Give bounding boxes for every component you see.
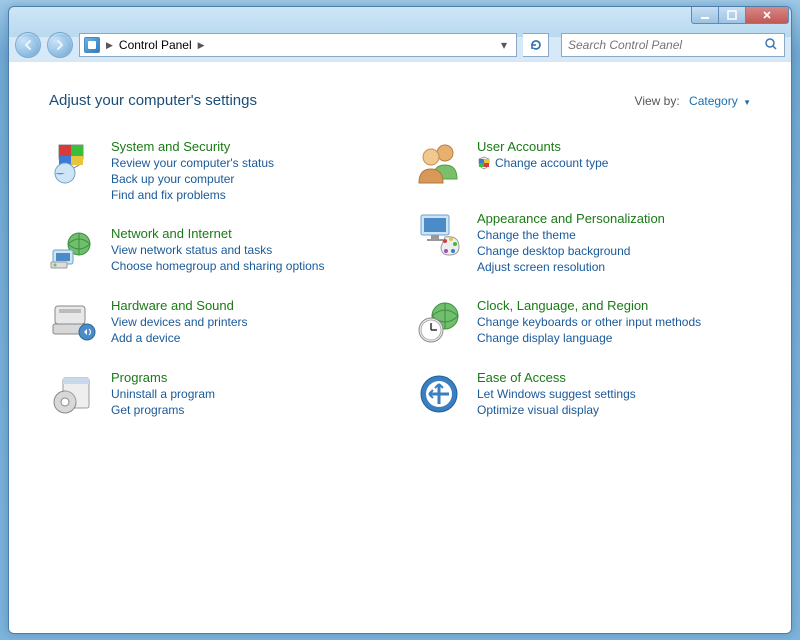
category-title[interactable]: System and Security [111,139,274,154]
control-panel-window: ▶ Control Panel ▶ ▾ Adjust your computer… [8,6,792,634]
user-accounts-icon [415,139,463,187]
uac-shield-icon [477,156,491,170]
navigation-bar: ▶ Control Panel ▶ ▾ [9,29,791,61]
network-internet-icon [49,226,97,274]
category-title[interactable]: Clock, Language, and Region [477,298,701,313]
category-link[interactable]: Adjust screen resolution [477,260,665,274]
window-buttons [692,6,789,24]
page-title: Adjust your computer's settings [49,92,257,109]
category-title[interactable]: Network and Internet [111,226,324,241]
category-appearance-personalization: Appearance and Personalization Change th… [415,211,751,274]
back-button[interactable] [15,32,41,58]
category-link[interactable]: Choose homegroup and sharing options [111,259,324,273]
appearance-icon [415,211,463,259]
right-column: User Accounts Change account type [415,139,751,418]
category-network-internet: Network and Internet View network status… [49,226,385,274]
chevron-down-icon: ▼ [743,98,751,107]
category-ease-of-access: Ease of Access Let Windows suggest setti… [415,370,751,418]
refresh-button[interactable] [523,33,549,57]
category-title[interactable]: Hardware and Sound [111,298,248,313]
hardware-sound-icon [49,298,97,346]
view-by-label: View by: [635,94,680,108]
titlebar [9,7,791,29]
refresh-icon [529,38,543,52]
category-title[interactable]: Appearance and Personalization [477,211,665,226]
category-link[interactable]: View devices and printers [111,315,248,329]
category-system-security: System and Security Review your computer… [49,139,385,202]
arrow-left-icon [21,38,35,52]
control-panel-icon [84,37,100,53]
category-title[interactable]: Ease of Access [477,370,636,385]
chevron-right-icon: ▶ [198,40,205,51]
category-title[interactable]: Programs [111,370,215,385]
search-icon [764,37,778,54]
category-link[interactable]: Optimize visual display [477,403,636,417]
category-link[interactable]: Uninstall a program [111,387,215,401]
category-link[interactable]: Add a device [111,331,248,345]
maximize-button[interactable] [718,6,746,24]
search-input[interactable] [568,38,764,52]
category-programs: Programs Uninstall a program Get program… [49,370,385,418]
chevron-right-icon: ▶ [106,40,113,51]
category-title[interactable]: User Accounts [477,139,608,154]
forward-button[interactable] [47,32,73,58]
category-link[interactable]: Change the theme [477,228,665,242]
address-bar[interactable]: ▶ Control Panel ▶ ▾ [79,33,517,57]
address-dropdown-button[interactable]: ▾ [496,38,512,52]
clock-language-region-icon [415,298,463,346]
category-link[interactable]: Change keyboards or other input methods [477,315,701,329]
category-clock-language-region: Clock, Language, and Region Change keybo… [415,298,751,346]
category-link[interactable]: Review your computer's status [111,156,274,170]
ease-of-access-icon [415,370,463,418]
category-user-accounts: User Accounts Change account type [415,139,751,187]
category-link[interactable]: Find and fix problems [111,188,274,202]
category-link[interactable]: Let Windows suggest settings [477,387,636,401]
category-link[interactable]: Change desktop background [477,244,665,258]
close-button[interactable] [745,6,789,24]
category-link[interactable]: Change display language [477,331,701,345]
system-security-icon [49,139,97,187]
left-column: System and Security Review your computer… [49,139,385,418]
content-area: Adjust your computer's settings View by:… [9,61,791,633]
category-link[interactable]: Back up your computer [111,172,274,186]
category-link[interactable]: View network status and tasks [111,243,324,257]
view-by-value[interactable]: Category [689,94,738,108]
programs-icon [49,370,97,418]
breadcrumb-root[interactable]: Control Panel [119,38,192,52]
search-box[interactable] [561,33,785,57]
category-hardware-sound: Hardware and Sound View devices and prin… [49,298,385,346]
minimize-button[interactable] [691,6,719,24]
view-by-selector[interactable]: View by: Category ▼ [635,94,751,108]
arrow-right-icon [53,38,67,52]
category-link[interactable]: Get programs [111,403,215,417]
category-link[interactable]: Change account type [477,156,608,170]
